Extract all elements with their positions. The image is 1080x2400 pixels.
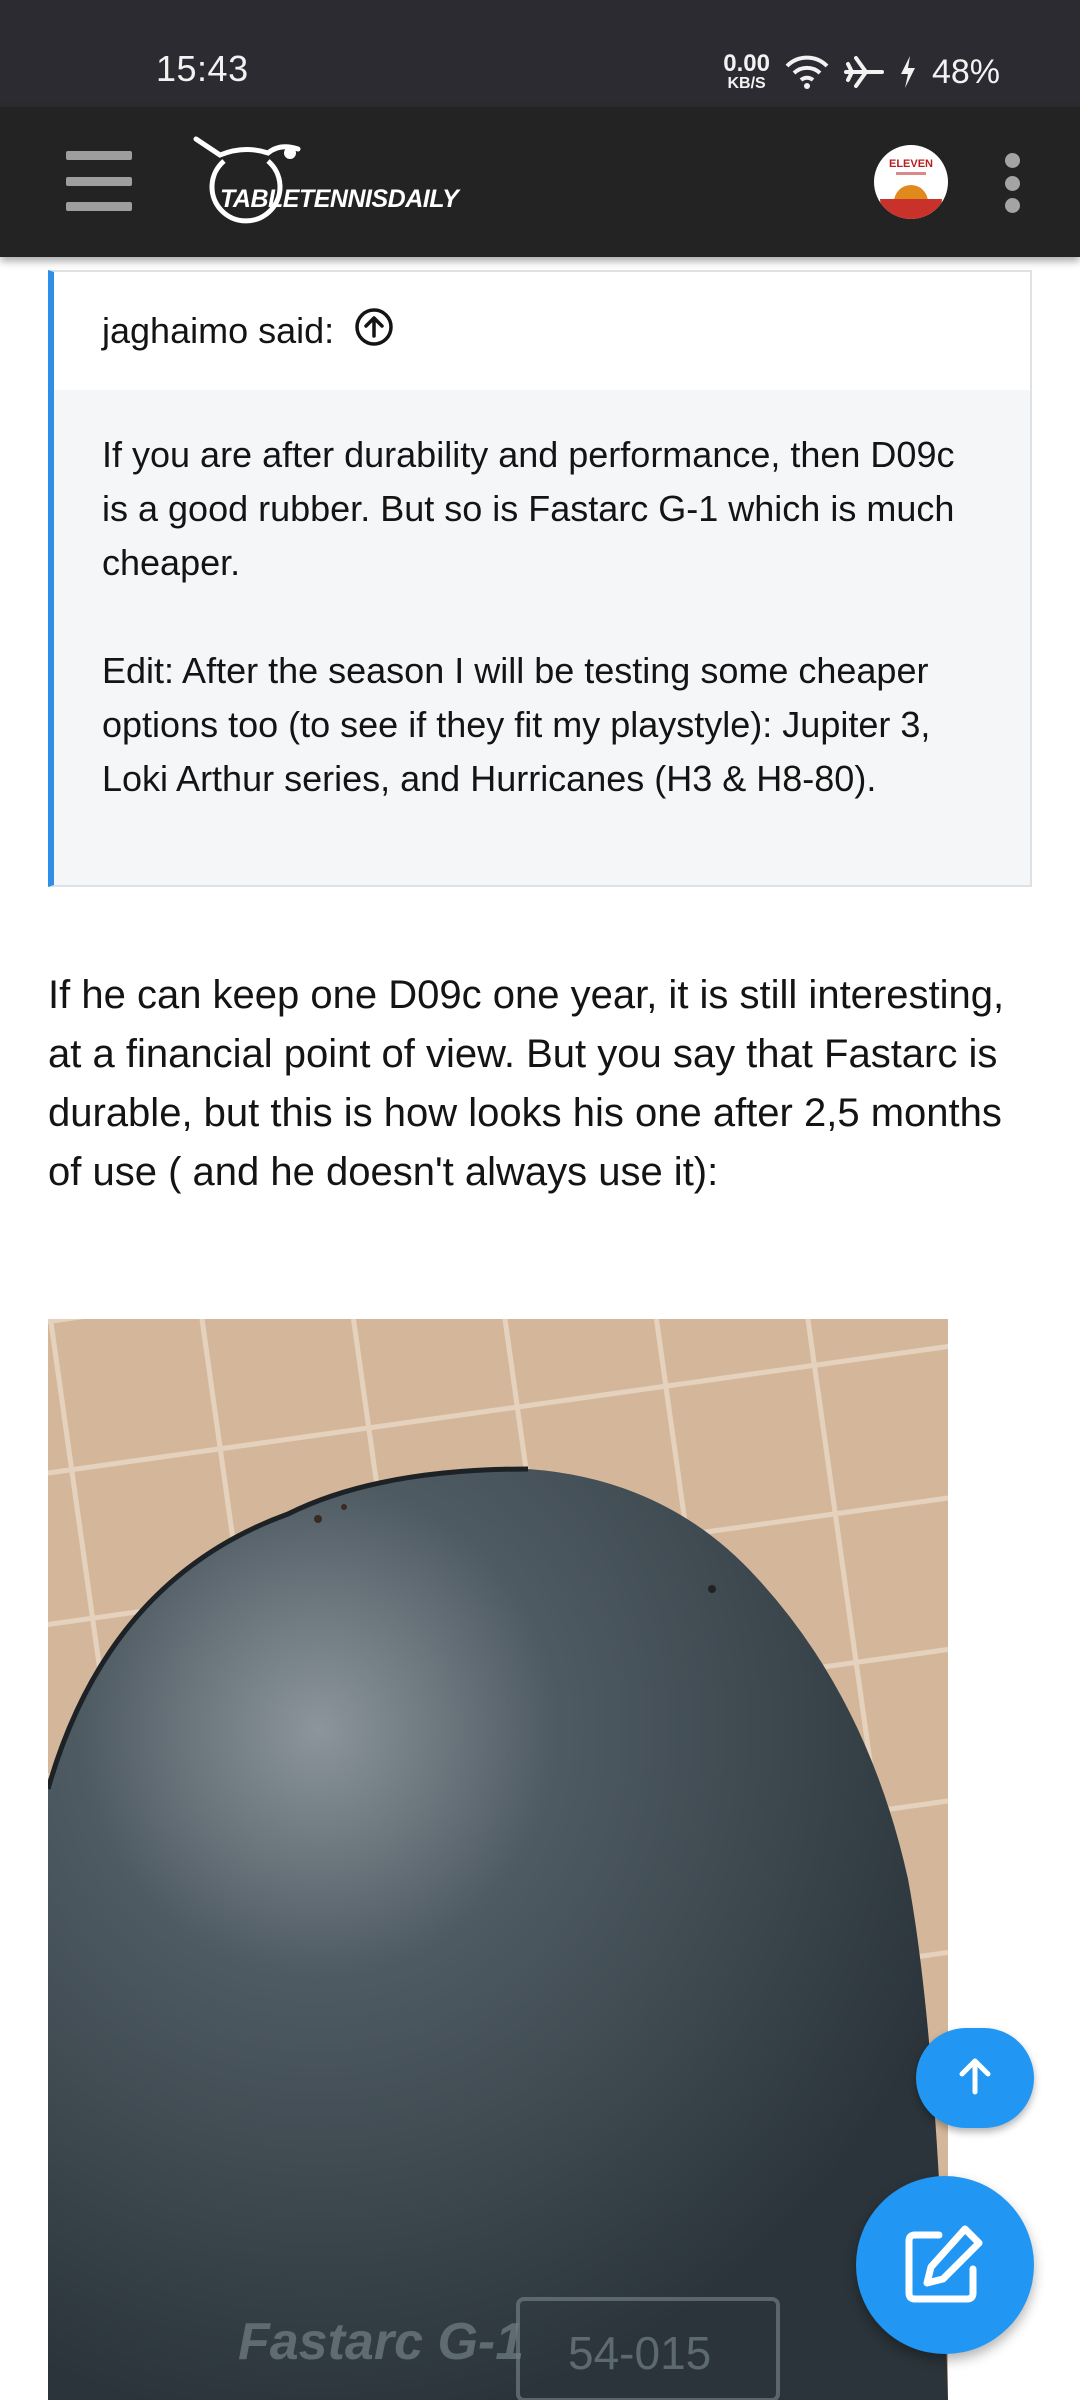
status-time: 15:43 [156,48,249,89]
arrow-up-icon [953,2054,997,2103]
compose-reply-button[interactable] [856,2176,1034,2354]
status-bar: 15:43 0.00 KB/S 48% [0,0,1080,107]
quote-body: If you are after durability and performa… [54,390,1030,806]
more-vert-icon[interactable] [1000,153,1024,213]
app-header: TABLETENNISDAILY ELEVEN [0,107,1080,257]
wifi-icon [784,54,830,90]
net-speed-unit: KB/S [727,75,766,92]
avatar[interactable]: ELEVEN [874,145,948,219]
scroll-to-top-button[interactable] [916,2028,1034,2128]
quote-attribution[interactable]: jaghaimo said: [54,272,1030,390]
status-icons: 0.00 KB/S 48% [723,48,1000,96]
quote-paragraph: If you are after durability and performa… [102,434,955,583]
arrow-up-circle-icon[interactable] [354,307,394,356]
battery-level: 48% [931,52,1000,91]
post-text: If he can keep one D09c one year, it is … [48,973,1005,1194]
logo-text: TABLETENNISDAILY [220,185,459,213]
net-speed-value: 0.00 [723,50,770,77]
quote-author: jaghaimo said: [102,310,335,351]
post-image[interactable]: Fastarc G-1 54-015 [48,1319,948,2400]
image-print-code: 54-015 [568,2327,711,2379]
airplane-mode-icon [843,54,884,90]
quote-block: jaghaimo said: If you are after durabili… [48,270,1032,887]
image-print-brand: Fastarc G-1 [238,2313,524,2371]
menu-icon[interactable] [66,151,132,211]
edit-icon [903,2221,987,2310]
site-logo[interactable]: TABLETENNISDAILY [184,135,459,231]
net-speed: 0.00 KB/S [723,52,770,92]
charging-icon [898,54,918,90]
quote-paragraph: Edit: After the season I will be testing… [102,650,931,799]
avatar-text: ELEVEN [888,158,933,170]
